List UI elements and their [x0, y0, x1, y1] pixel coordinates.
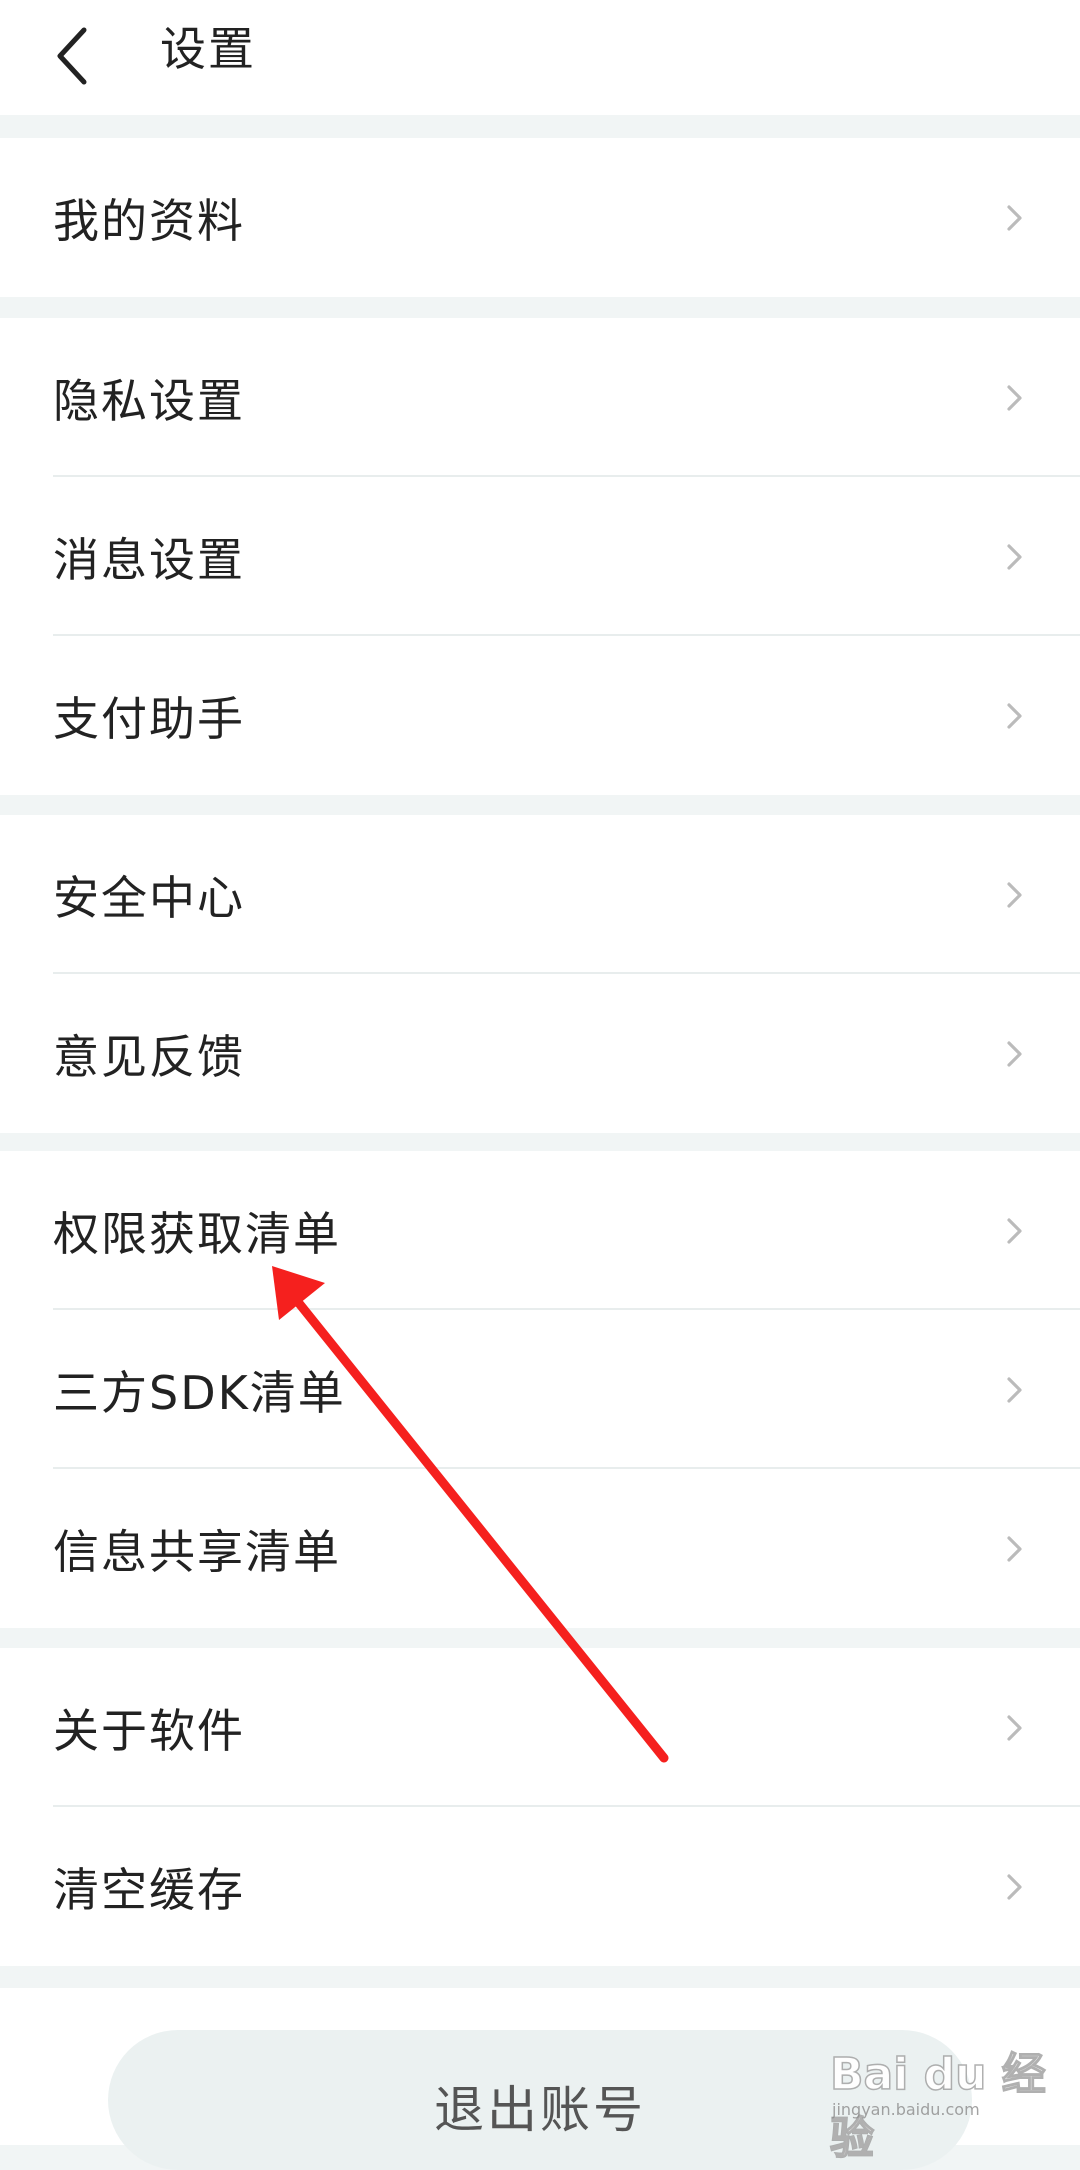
- settings-item-label: 我的资料: [53, 193, 245, 248]
- settings-item-label: 权限获取清单: [53, 1206, 341, 1261]
- settings-item-about-software[interactable]: 关于软件: [0, 1648, 1080, 1807]
- settings-item-label: 清空缓存: [53, 1862, 245, 1917]
- chevron-right-icon: [1006, 881, 1024, 909]
- settings-item-label: 安全中心: [53, 870, 245, 925]
- settings-item-clear-cache[interactable]: 清空缓存: [0, 1807, 1080, 1966]
- settings-item-label: 消息设置: [53, 532, 245, 587]
- settings-item-label: 三方SDK清单: [53, 1365, 346, 1420]
- settings-group-lists: 权限获取清单 三方SDK清单 信息共享清单: [0, 1151, 1080, 1628]
- settings-group-profile: 我的资料: [0, 138, 1080, 297]
- settings-item-info-sharing-list[interactable]: 信息共享清单: [0, 1469, 1080, 1628]
- back-button[interactable]: [40, 8, 140, 108]
- logout-button-label: 退出账号: [434, 2081, 646, 2139]
- chevron-right-icon: [1006, 1873, 1024, 1901]
- chevron-right-icon: [1006, 1714, 1024, 1742]
- header-bar: 设置: [0, 0, 1080, 115]
- settings-item-security-center[interactable]: 安全中心: [0, 815, 1080, 974]
- settings-item-my-profile[interactable]: 我的资料: [0, 138, 1080, 297]
- settings-item-feedback[interactable]: 意见反馈: [0, 974, 1080, 1133]
- chevron-right-icon: [1006, 543, 1024, 571]
- settings-item-label: 关于软件: [53, 1703, 245, 1758]
- chevron-right-icon: [1006, 384, 1024, 412]
- chevron-right-icon: [1006, 1376, 1024, 1404]
- chevron-right-icon: [1006, 702, 1024, 730]
- chevron-right-icon: [1006, 1535, 1024, 1563]
- settings-item-label: 隐私设置: [53, 373, 245, 428]
- page-title: 设置: [160, 22, 256, 76]
- settings-item-label: 意见反馈: [53, 1029, 245, 1084]
- settings-item-label: 支付助手: [53, 691, 245, 746]
- logout-button[interactable]: 退出账号: [108, 2030, 972, 2170]
- settings-item-payment-assistant[interactable]: 支付助手: [0, 636, 1080, 795]
- chevron-right-icon: [1006, 204, 1024, 232]
- settings-item-permission-list[interactable]: 权限获取清单: [0, 1151, 1080, 1310]
- settings-item-third-party-sdk-list[interactable]: 三方SDK清单: [0, 1310, 1080, 1469]
- chevron-right-icon: [1006, 1040, 1024, 1068]
- settings-group-privacy: 隐私设置 消息设置 支付助手: [0, 318, 1080, 795]
- settings-item-privacy[interactable]: 隐私设置: [0, 318, 1080, 477]
- settings-group-security: 安全中心 意见反馈: [0, 815, 1080, 1133]
- settings-item-messages[interactable]: 消息设置: [0, 477, 1080, 636]
- chevron-right-icon: [1006, 1217, 1024, 1245]
- settings-item-label: 信息共享清单: [53, 1524, 341, 1579]
- settings-group-about: 关于软件 清空缓存: [0, 1648, 1080, 1966]
